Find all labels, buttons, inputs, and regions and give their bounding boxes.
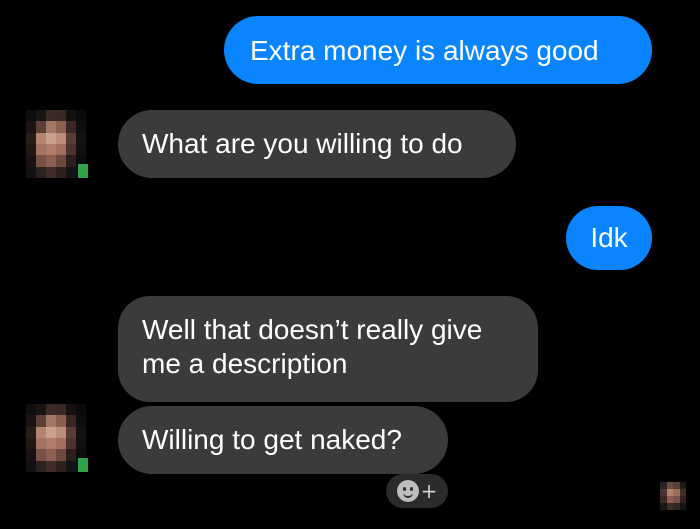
online-status-dot [78, 164, 88, 178]
message-text: What are you willing to do [142, 128, 463, 159]
sent-message-bubble[interactable]: Extra money is always good [224, 16, 652, 84]
message-text: Extra money is always good [250, 35, 599, 66]
contact-avatar[interactable] [26, 110, 86, 178]
received-message-bubble[interactable]: What are you willing to do [118, 110, 516, 178]
message-text: Well that doesn’t really give me a descr… [142, 314, 483, 379]
received-message-bubble[interactable]: Willing to get naked? [118, 406, 448, 474]
received-message-bubble[interactable]: Well that doesn’t really give me a descr… [118, 296, 538, 402]
contact-avatar[interactable] [26, 404, 86, 472]
sent-message-bubble[interactable]: Idk [566, 206, 652, 270]
smiley-icon [396, 480, 419, 502]
seen-receipt-avatar [660, 482, 686, 510]
online-status-dot [78, 458, 88, 472]
messenger-conversation: Extra money is always good What are you … [0, 0, 700, 529]
plus-icon: + [420, 479, 438, 503]
add-reaction-button[interactable]: + [386, 474, 448, 508]
message-text: Willing to get naked? [142, 424, 402, 455]
message-text: Idk [590, 222, 628, 253]
